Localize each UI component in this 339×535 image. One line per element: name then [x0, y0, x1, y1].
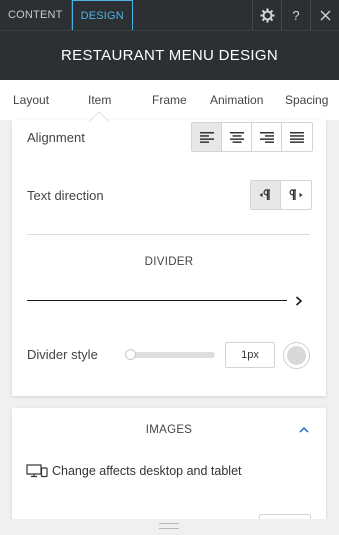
- tab-spacing[interactable]: Spacing: [285, 80, 328, 120]
- tab-frame[interactable]: Frame: [152, 80, 187, 120]
- chevron-up-icon[interactable]: [299, 424, 309, 436]
- text-direction-label: Text direction: [27, 188, 104, 203]
- item-settings-card: Alignment Text direction DIVIDER Divider…: [12, 120, 326, 396]
- desktop-tablet-icon: [26, 464, 48, 478]
- align-right-icon[interactable]: [252, 123, 282, 151]
- images-settings-card: IMAGES Change affects desktop and tablet: [12, 408, 326, 528]
- align-left-icon[interactable]: [192, 123, 222, 151]
- alignment-label: Alignment: [27, 130, 85, 145]
- section-divider: [27, 234, 310, 235]
- device-affect-text: Change affects desktop and tablet: [52, 464, 242, 478]
- gear-icon[interactable]: [252, 0, 281, 30]
- resize-grip-icon[interactable]: [159, 523, 179, 529]
- divider-style-label: Divider style: [27, 347, 98, 362]
- top-tab-bar: CONTENT DESIGN ?: [0, 0, 339, 30]
- align-justify-icon[interactable]: [282, 123, 312, 151]
- text-direction-buttons: [250, 180, 312, 210]
- align-center-icon[interactable]: [222, 123, 252, 151]
- divider-section-title: DIVIDER: [144, 256, 194, 268]
- ltr-icon[interactable]: [251, 181, 281, 209]
- divider-preview-line: [27, 300, 287, 301]
- close-icon[interactable]: [310, 0, 339, 30]
- divider-size-input[interactable]: 1px: [225, 342, 275, 368]
- images-section-title: IMAGES: [145, 424, 193, 436]
- tab-content[interactable]: CONTENT: [0, 0, 72, 30]
- divider-width-slider[interactable]: [125, 352, 215, 358]
- divider-color-picker[interactable]: [283, 342, 310, 369]
- page-title: RESTAURANT MENU DESIGN: [0, 30, 339, 80]
- chevron-right-icon[interactable]: [295, 294, 303, 309]
- slider-handle[interactable]: [125, 349, 136, 360]
- tab-design[interactable]: DESIGN: [71, 0, 133, 30]
- rtl-icon[interactable]: [281, 181, 311, 209]
- alignment-buttons: [191, 122, 313, 152]
- device-affect-note: Change affects desktop and tablet: [26, 464, 242, 478]
- tab-layout[interactable]: Layout: [13, 80, 49, 120]
- tab-animation[interactable]: Animation: [210, 80, 263, 120]
- help-icon[interactable]: ?: [281, 0, 310, 30]
- sub-tab-bar: Layout Item Frame Animation Spacing: [0, 80, 339, 120]
